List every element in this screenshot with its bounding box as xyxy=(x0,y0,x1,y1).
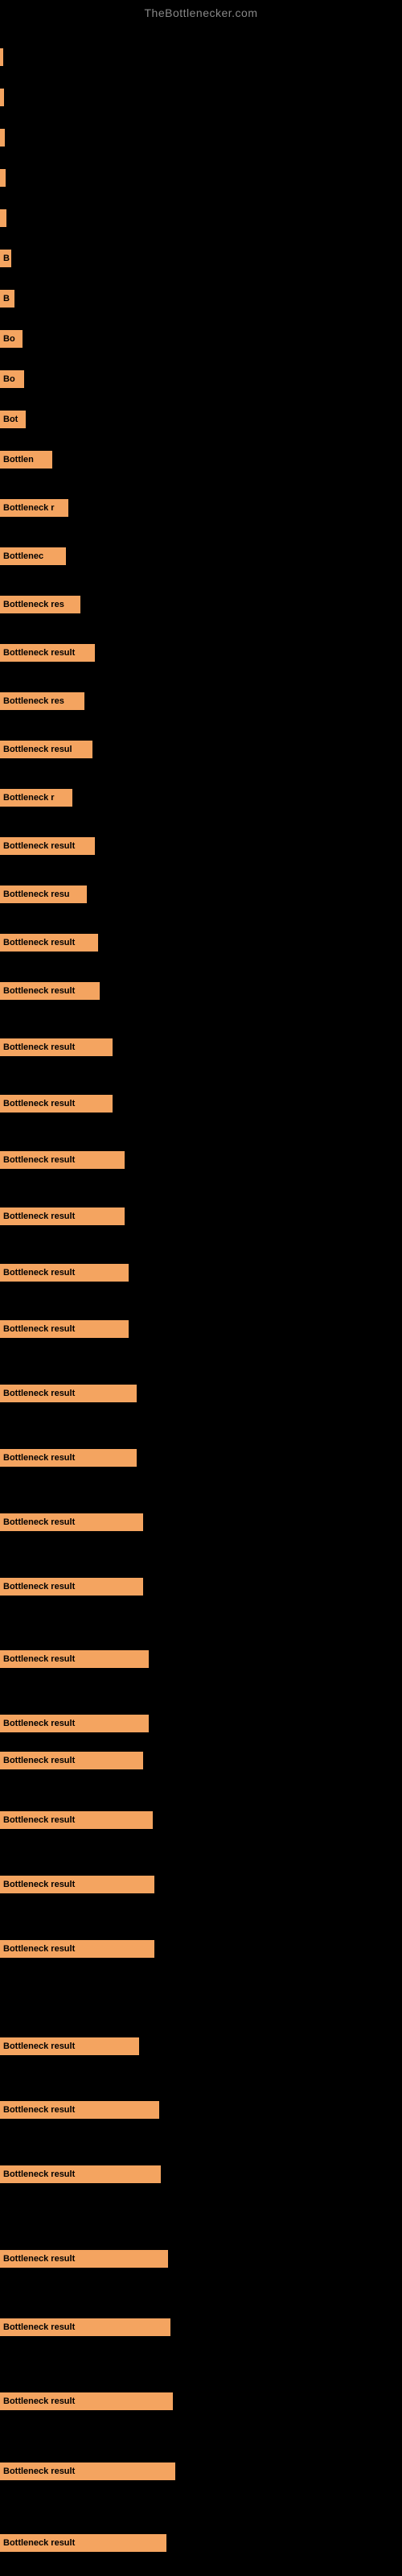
bar-label-7: B xyxy=(3,294,10,303)
bar-item-23[interactable]: Bottleneck result xyxy=(0,1038,113,1056)
bar-item-8[interactable]: Bo xyxy=(0,330,23,348)
bar-item-5[interactable] xyxy=(0,209,6,227)
bar-label-14: Bottleneck res xyxy=(3,600,64,609)
bar-label-29: Bottleneck result xyxy=(3,1389,75,1398)
bar-item-36[interactable]: Bottleneck result xyxy=(0,1811,153,1829)
bar-label-43: Bottleneck result xyxy=(3,2322,75,2332)
bar-item-22[interactable]: Bottleneck result xyxy=(0,982,100,1000)
bar-item-16[interactable]: Bottleneck res xyxy=(0,692,84,710)
bar-label-39: Bottleneck result xyxy=(3,2041,75,2051)
bar-label-20: Bottleneck resu xyxy=(3,890,70,899)
bar-item-45[interactable]: Bottleneck result xyxy=(0,2462,175,2480)
bar-item-19[interactable]: Bottleneck result xyxy=(0,837,95,855)
bar-item-31[interactable]: Bottleneck result xyxy=(0,1513,143,1531)
bar-label-16: Bottleneck res xyxy=(3,696,64,706)
bar-label-27: Bottleneck result xyxy=(3,1268,75,1278)
bar-item-24[interactable]: Bottleneck result xyxy=(0,1095,113,1113)
bar-label-22: Bottleneck result xyxy=(3,986,75,996)
bar-label-11: Bottlen xyxy=(3,455,34,464)
bar-label-12: Bottleneck r xyxy=(3,503,55,513)
bar-label-37: Bottleneck result xyxy=(3,1880,75,1889)
bar-item-3[interactable] xyxy=(0,129,5,147)
bar-item-17[interactable]: Bottleneck resul xyxy=(0,741,92,758)
bar-item-10[interactable]: Bot xyxy=(0,411,26,428)
bar-item-28[interactable]: Bottleneck result xyxy=(0,1320,129,1338)
bar-label-40: Bottleneck result xyxy=(3,2105,75,2115)
bar-item-4[interactable] xyxy=(0,169,6,187)
bar-label-32: Bottleneck result xyxy=(3,1582,75,1591)
bar-item-2[interactable] xyxy=(0,89,4,106)
bar-label-34: Bottleneck result xyxy=(3,1719,75,1728)
bar-label-33: Bottleneck result xyxy=(3,1654,75,1664)
bar-item-32[interactable]: Bottleneck result xyxy=(0,1578,143,1596)
bar-item-26[interactable]: Bottleneck result xyxy=(0,1208,125,1225)
bar-item-40[interactable]: Bottleneck result xyxy=(0,2101,159,2119)
bar-item-9[interactable]: Bo xyxy=(0,370,24,388)
bar-label-23: Bottleneck result xyxy=(3,1042,75,1052)
bar-item-11[interactable]: Bottlen xyxy=(0,451,52,469)
bar-item-41[interactable]: Bottleneck result xyxy=(0,2165,161,2183)
bar-label-28: Bottleneck result xyxy=(3,1324,75,1334)
bar-label-45: Bottleneck result xyxy=(3,2467,75,2476)
bar-item-46[interactable]: Bottleneck result xyxy=(0,2534,166,2552)
bar-item-25[interactable]: Bottleneck result xyxy=(0,1151,125,1169)
bar-label-21: Bottleneck result xyxy=(3,938,75,947)
bar-item-21[interactable]: Bottleneck result xyxy=(0,934,98,952)
bar-item-7[interactable]: B xyxy=(0,290,14,308)
bar-item-34[interactable]: Bottleneck result xyxy=(0,1715,149,1732)
bar-item-1[interactable] xyxy=(0,48,3,66)
bar-item-30[interactable]: Bottleneck result xyxy=(0,1449,137,1467)
bar-item-29[interactable]: Bottleneck result xyxy=(0,1385,137,1402)
bar-label-25: Bottleneck result xyxy=(3,1155,75,1165)
bar-label-46: Bottleneck result xyxy=(3,2538,75,2548)
bar-item-6[interactable]: B xyxy=(0,250,11,267)
bar-label-19: Bottleneck result xyxy=(3,841,75,851)
bar-label-15: Bottleneck result xyxy=(3,648,75,658)
bar-label-38: Bottleneck result xyxy=(3,1944,75,1954)
bar-item-12[interactable]: Bottleneck r xyxy=(0,499,68,517)
bar-label-26: Bottleneck result xyxy=(3,1212,75,1221)
bar-label-31: Bottleneck result xyxy=(3,1517,75,1527)
bar-label-35: Bottleneck result xyxy=(3,1756,75,1765)
bar-label-13: Bottlenec xyxy=(3,551,43,561)
bar-item-39[interactable]: Bottleneck result xyxy=(0,2037,139,2055)
bar-item-20[interactable]: Bottleneck resu xyxy=(0,886,87,903)
bar-item-14[interactable]: Bottleneck res xyxy=(0,596,80,613)
site-title: TheBottlenecker.com xyxy=(0,0,402,23)
bar-item-44[interactable]: Bottleneck result xyxy=(0,2392,173,2410)
bar-item-13[interactable]: Bottlenec xyxy=(0,547,66,565)
bar-label-42: Bottleneck result xyxy=(3,2254,75,2264)
bar-item-43[interactable]: Bottleneck result xyxy=(0,2318,170,2336)
bar-label-18: Bottleneck r xyxy=(3,793,55,803)
bar-label-8: Bo xyxy=(3,334,15,344)
bar-item-38[interactable]: Bottleneck result xyxy=(0,1940,154,1958)
bar-item-35[interactable]: Bottleneck result xyxy=(0,1752,143,1769)
bar-item-37[interactable]: Bottleneck result xyxy=(0,1876,154,1893)
bar-label-10: Bot xyxy=(3,415,18,424)
bar-label-9: Bo xyxy=(3,374,15,384)
bar-label-30: Bottleneck result xyxy=(3,1453,75,1463)
bar-label-41: Bottleneck result xyxy=(3,2169,75,2179)
bar-item-18[interactable]: Bottleneck r xyxy=(0,789,72,807)
bar-label-24: Bottleneck result xyxy=(3,1099,75,1108)
bar-label-36: Bottleneck result xyxy=(3,1815,75,1825)
bar-item-42[interactable]: Bottleneck result xyxy=(0,2250,168,2268)
bar-label-44: Bottleneck result xyxy=(3,2396,75,2406)
bar-label-17: Bottleneck resul xyxy=(3,745,72,754)
bar-item-15[interactable]: Bottleneck result xyxy=(0,644,95,662)
bar-label-6: B xyxy=(3,254,10,263)
bar-item-27[interactable]: Bottleneck result xyxy=(0,1264,129,1282)
bar-item-33[interactable]: Bottleneck result xyxy=(0,1650,149,1668)
